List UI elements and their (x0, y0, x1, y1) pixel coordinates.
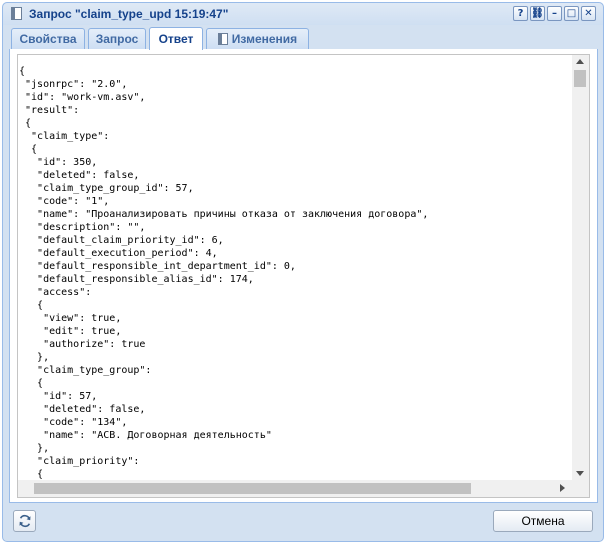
close-button[interactable]: ✕ (581, 6, 596, 21)
maximize-button[interactable]: □ (564, 6, 579, 21)
window-tools: ? ⛓ – □ ✕ (513, 6, 596, 21)
tab-label: Запрос (95, 32, 139, 46)
vertical-scrollbar[interactable] (572, 55, 589, 480)
document-icon (217, 33, 228, 45)
window-title: Запрос "claim_type_upd 15:19:47" (29, 7, 229, 21)
tab-request[interactable]: Запрос (88, 28, 146, 49)
horizontal-scroll-thumb[interactable] (34, 483, 471, 494)
scroll-up-icon[interactable] (576, 59, 584, 64)
window-footer: Отмена (3, 503, 603, 541)
tab-content-panel: { "jsonrpc": "2.0", "id": "work-vm.asv",… (9, 49, 598, 503)
request-window: Запрос "claim_type_upd 15:19:47" ? ⛓ – □… (2, 2, 604, 542)
scroll-right-icon[interactable] (560, 484, 565, 492)
refresh-icon (19, 514, 30, 528)
vertical-scroll-thumb[interactable] (574, 70, 586, 87)
response-json: { "jsonrpc": "2.0", "id": "work-vm.asv",… (19, 66, 429, 480)
cancel-button[interactable]: Отмена (493, 510, 593, 532)
pin-button[interactable]: ⛓ (530, 6, 545, 21)
minimize-button[interactable]: – (547, 6, 562, 21)
tab-properties[interactable]: Свойства (11, 28, 85, 49)
window-titlebar[interactable]: Запрос "claim_type_upd 15:19:47" ? ⛓ – □… (3, 3, 603, 25)
tab-label: Свойства (19, 32, 77, 46)
horizontal-scrollbar[interactable] (18, 480, 589, 497)
tab-changes[interactable]: Изменения (206, 28, 309, 49)
response-text-area[interactable]: { "jsonrpc": "2.0", "id": "work-vm.asv",… (17, 54, 590, 498)
tab-label: Ответ (158, 32, 194, 46)
refresh-button[interactable] (13, 510, 36, 532)
help-button[interactable]: ? (513, 6, 528, 21)
tab-response[interactable]: Ответ (149, 27, 203, 50)
tab-label: Изменения (231, 32, 298, 46)
scroll-down-icon[interactable] (576, 471, 584, 476)
tab-bar: Свойства Запрос Ответ Изменения (9, 27, 597, 50)
document-icon (11, 7, 22, 20)
